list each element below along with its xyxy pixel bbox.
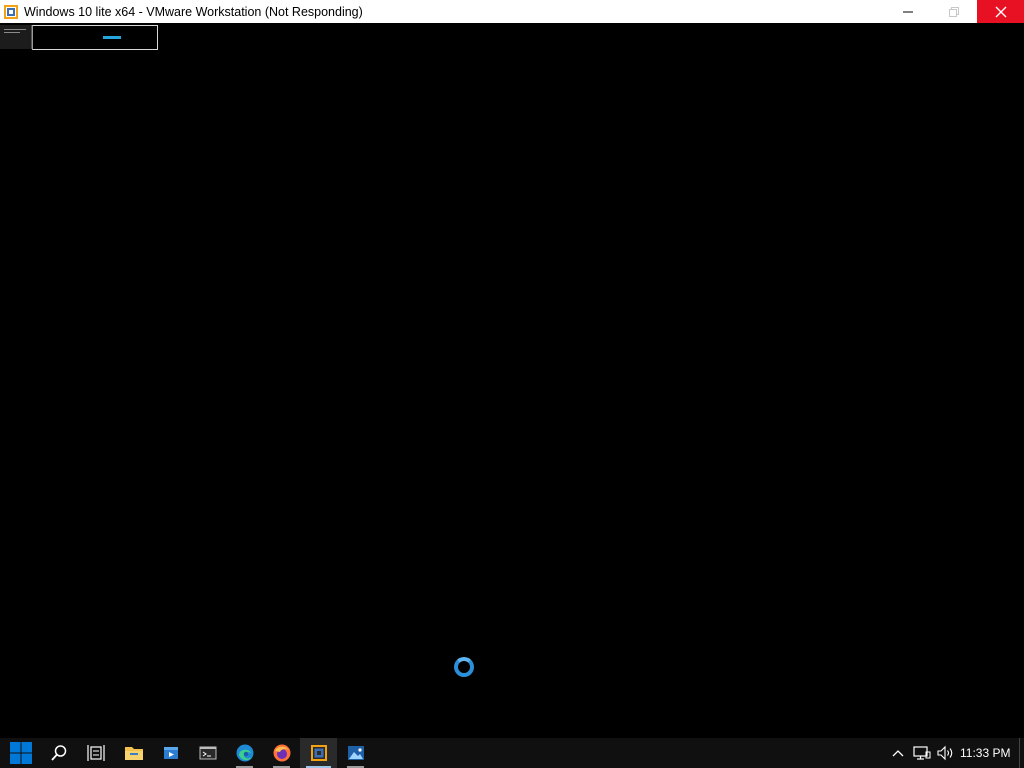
maximize-icon bbox=[949, 6, 959, 17]
minimize-icon bbox=[903, 11, 913, 12]
volume-icon bbox=[937, 745, 953, 761]
network-icon bbox=[913, 746, 931, 760]
minimize-button[interactable] bbox=[885, 0, 931, 23]
terminal-icon bbox=[199, 746, 216, 760]
thumbnail-progress-bar bbox=[103, 36, 121, 39]
show-hidden-icons-button[interactable] bbox=[888, 738, 908, 768]
chevron-up-icon bbox=[892, 750, 904, 757]
terminal-button[interactable] bbox=[189, 738, 226, 768]
show-desktop-button[interactable] bbox=[1019, 738, 1024, 768]
photos-button[interactable] bbox=[337, 738, 374, 768]
firefox-button[interactable] bbox=[263, 738, 300, 768]
maximize-button[interactable] bbox=[931, 0, 977, 23]
window-titlebar[interactable]: Windows 10 lite x64 - VMware Workstation… bbox=[0, 0, 1024, 23]
firefox-icon bbox=[273, 744, 290, 762]
task-view-icon bbox=[86, 745, 105, 761]
taskbar-clock[interactable]: 11:33 PM bbox=[960, 738, 1010, 768]
vmware-icon bbox=[310, 745, 327, 761]
edge-button[interactable] bbox=[226, 738, 263, 768]
file-explorer-button[interactable] bbox=[115, 738, 152, 768]
edge-icon bbox=[236, 744, 253, 762]
photos-icon bbox=[347, 746, 364, 760]
close-button[interactable] bbox=[977, 0, 1024, 23]
window-title: Windows 10 lite x64 - VMware Workstation… bbox=[24, 4, 363, 19]
windows-logo-icon bbox=[9, 742, 32, 764]
volume-button[interactable] bbox=[935, 738, 957, 768]
vmware-button[interactable] bbox=[300, 738, 337, 768]
search-button[interactable] bbox=[40, 738, 77, 768]
vm-console[interactable] bbox=[0, 23, 1024, 738]
taskbar: 11:33 PM bbox=[0, 738, 1024, 768]
start-button[interactable] bbox=[2, 738, 39, 768]
search-icon bbox=[50, 745, 66, 761]
vm-thumbnail-sidebar[interactable] bbox=[0, 25, 32, 49]
media-app-button[interactable] bbox=[152, 738, 189, 768]
vmware-icon[interactable] bbox=[3, 4, 19, 20]
network-button[interactable] bbox=[910, 738, 934, 768]
folder-icon bbox=[124, 747, 143, 760]
close-icon bbox=[995, 6, 1006, 17]
media-icon bbox=[163, 747, 178, 759]
task-view-button[interactable] bbox=[77, 738, 114, 768]
vm-thumbnail[interactable] bbox=[32, 25, 158, 50]
loading-spinner-icon bbox=[454, 657, 474, 677]
